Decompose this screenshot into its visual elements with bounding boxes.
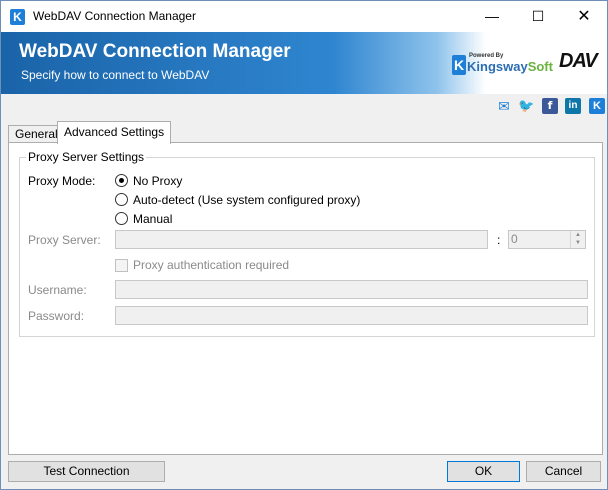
password-label: Password: [28, 309, 85, 323]
password-input[interactable] [115, 306, 588, 325]
facebook-icon[interactable]: f [542, 98, 558, 114]
banner-title: WebDAV Connection Manager [19, 41, 291, 62]
radio-manual[interactable] [115, 212, 128, 225]
group-title: Proxy Server Settings [26, 150, 147, 164]
stepper-arrows-icon[interactable]: ▲ ▼ [570, 231, 585, 248]
port-value: 0 [511, 232, 518, 246]
dialog-window: K WebDAV Connection Manager — ☐ ✕ WebDAV… [0, 0, 608, 490]
proxy-auth-label[interactable]: Proxy authentication required [133, 258, 289, 272]
radio-no-proxy-label[interactable]: No Proxy [133, 174, 182, 188]
port-separator: : [497, 233, 501, 247]
maximize-button[interactable]: ☐ [515, 1, 561, 32]
banner-subtitle: Specify how to connect to WebDAV [21, 68, 210, 82]
port-stepper[interactable]: 0 ▲ ▼ [508, 230, 586, 249]
kingswaysoft-name: KingswaySoft [467, 59, 553, 74]
title-bar: K WebDAV Connection Manager — ☐ ✕ [1, 1, 607, 32]
test-connection-button[interactable]: Test Connection [8, 461, 165, 482]
kingswaysoft-logo: K Powered By KingswaySoft [452, 53, 553, 77]
advanced-settings-panel: Proxy Server Settings Proxy Mode: No Pro… [8, 142, 603, 455]
kingswaysoft-icon[interactable]: K [589, 98, 605, 114]
ok-button[interactable]: OK [447, 461, 520, 482]
proxy-mode-label: Proxy Mode: [28, 174, 96, 188]
soft-text: Soft [527, 59, 553, 74]
dav-logo: DAV [559, 50, 598, 72]
minimize-button[interactable]: — [469, 1, 515, 32]
radio-manual-label[interactable]: Manual [133, 212, 172, 226]
window-title: WebDAV Connection Manager [33, 9, 196, 23]
radio-auto-detect-label[interactable]: Auto-detect (Use system configured proxy… [133, 193, 360, 207]
header-banner: WebDAV Connection Manager Specify how to… [1, 32, 607, 94]
twitter-icon[interactable]: 🐦 [518, 98, 534, 114]
cancel-button[interactable]: Cancel [526, 461, 601, 482]
tab-advanced-settings[interactable]: Advanced Settings [57, 121, 172, 144]
kingsway-text: Kingsway [467, 59, 528, 74]
mail-icon[interactable]: ✉ [496, 98, 512, 114]
username-label: Username: [28, 283, 87, 297]
proxy-server-input[interactable] [115, 230, 488, 249]
linkedin-icon[interactable]: in [565, 98, 581, 114]
radio-auto-detect[interactable] [115, 193, 128, 206]
app-icon: K [10, 9, 25, 25]
close-button[interactable]: ✕ [561, 1, 607, 32]
radio-no-proxy[interactable] [115, 174, 128, 187]
proxy-auth-checkbox[interactable] [115, 259, 128, 272]
proxy-server-label: Proxy Server: [28, 233, 101, 247]
username-input[interactable] [115, 280, 588, 299]
kingswaysoft-k-icon: K [452, 55, 466, 75]
